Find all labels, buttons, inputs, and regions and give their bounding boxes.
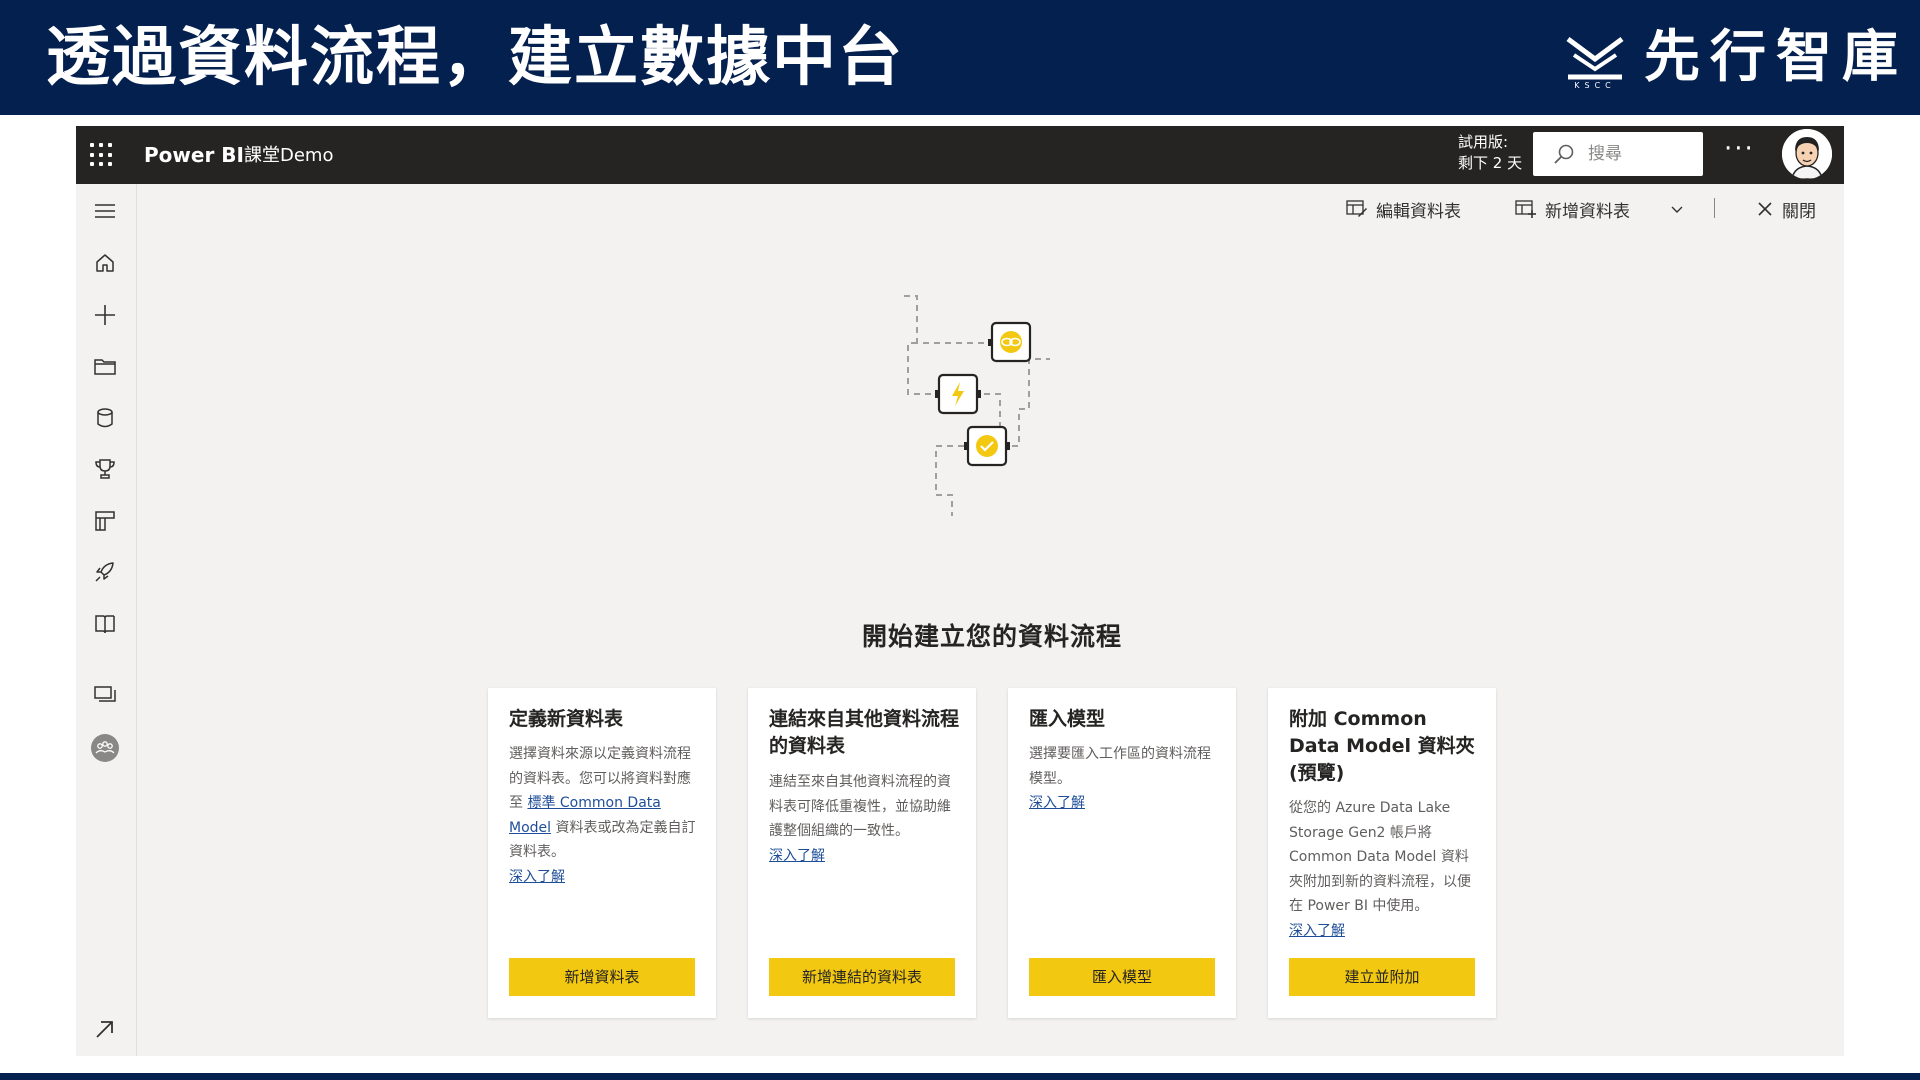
trophy-icon[interactable] [92,456,118,482]
card-import-model: 匯入模型 選擇要匯入工作區的資料流程模型。 深入了解 匯入模型 [1008,688,1236,1018]
card-title: 連結來自其他資料流程的資料表 [769,708,960,757]
avatar-face-icon [1782,129,1832,179]
learn-more-link[interactable]: 深入了解 [1029,791,1221,816]
card-desc-text: 從您的 Azure Data Lake Storage Gen2 帳戶將 Com… [1289,800,1471,914]
add-tables-dropdown[interactable] [1670,196,1684,222]
app-name[interactable]: Power BI [144,141,244,169]
chevron-down-icon [1671,206,1683,213]
brand-logo-text: KSCC [1574,81,1616,89]
card-link-tables: 連結來自其他資料流程的資料表 連結至來自其他資料流程的資料表可降低重複性，並協助… [748,688,976,1018]
rocket-icon[interactable] [92,559,118,585]
learn-more-link[interactable]: 深入了解 [1289,919,1481,944]
close-icon [1758,202,1772,216]
app-launcher-icon[interactable] [90,143,114,167]
card-define-new-tables: 定義新資料表 選擇資料來源以定義資料流程的資料表。您可以將資料對應至 標準 Co… [488,688,716,1018]
close-button[interactable]: 關閉 [1756,196,1816,222]
create-and-attach-button[interactable]: 建立並附加 [1289,958,1475,996]
workspace-name[interactable]: 課堂Demo [244,142,333,170]
user-avatar[interactable] [1782,129,1832,179]
more-options-icon[interactable]: ··· [1724,134,1755,164]
learn-more-link[interactable]: 深入了解 [509,865,701,890]
brand-name: 先行智庫 [1644,25,1908,90]
card-description: 連結至來自其他資料流程的資料表可降低重複性，並協助維護整個組織的一致性。 深入了… [769,770,961,868]
search-placeholder: 搜尋 [1588,144,1622,164]
brand-logo-icon: KSCC [1566,36,1624,89]
card-description: 選擇資料來源以定義資料流程的資料表。您可以將資料對應至 標準 Common Da… [509,742,701,889]
folder-icon[interactable] [92,353,118,379]
card-attach-cdm-folder: 附加 Common Data Model 資料夾 (預覽) 從您的 Azure … [1268,688,1496,1018]
card-desc-text: 連結至來自其他資料流程的資料表可降低重複性，並協助維護整個組織的一致性。 [769,774,951,839]
plus-icon[interactable] [92,302,118,328]
top-bar: Power BI 課堂Demo 試用版: 剩下 2 天 搜尋 ··· [76,126,1844,184]
trial-label: 試用版: [1458,133,1509,151]
check-node-icon [964,425,1010,467]
edit-tables-label: 編輯資料表 [1376,201,1461,222]
apps-icon[interactable] [92,508,118,534]
add-tables-button[interactable]: 新增資料表 [1515,196,1630,222]
home-icon[interactable] [92,250,118,276]
add-new-tables-button[interactable]: 新增資料表 [509,958,695,996]
learn-more-link[interactable]: 深入了解 [769,844,961,869]
expand-arrow-icon[interactable] [92,1016,118,1042]
lightning-node-icon [935,373,981,415]
edit-table-icon [1346,200,1367,217]
command-divider [1714,198,1715,218]
workspace-avatar-icon[interactable] [91,733,119,762]
card-title: 附加 Common Data Model 資料夾 (預覽) [1289,708,1475,784]
hamburger-icon[interactable] [92,198,118,224]
card-desc-text: 選擇要匯入工作區的資料流程模型。 [1029,746,1211,787]
trial-status[interactable]: 試用版: 剩下 2 天 [1458,132,1538,174]
workspaces-icon[interactable] [92,681,118,707]
slide-banner: 透過資料流程，建立數據中台 KSCC 先行智庫 [0,0,1920,115]
dataflow-illustration [904,295,1050,516]
close-label: 關閉 [1782,201,1816,222]
search-box[interactable]: 搜尋 [1533,132,1703,176]
trial-days-left: 剩下 2 天 [1458,154,1523,172]
slide-bottom-strip [0,1073,1920,1080]
search-icon [1554,144,1574,164]
power-bi-window: Power BI 課堂Demo 試用版: 剩下 2 天 搜尋 ··· 編輯資料表… [76,126,1844,1056]
empty-state-heading: 開始建立您的資料流程 [861,622,1122,651]
brand: KSCC 先行智庫 [1564,20,1908,96]
card-title: 匯入模型 [1029,708,1106,730]
slide-title: 透過資料流程，建立數據中台 [46,21,904,95]
add-tables-label: 新增資料表 [1545,201,1630,222]
card-description: 從您的 Azure Data Lake Storage Gen2 帳戶將 Com… [1289,796,1481,943]
card-title: 定義新資料表 [509,708,624,730]
card-description: 選擇要匯入工作區的資料流程模型。 深入了解 [1029,742,1221,816]
datasets-icon[interactable] [92,405,118,431]
edit-tables-button[interactable]: 編輯資料表 [1346,196,1461,222]
import-model-button[interactable]: 匯入模型 [1029,958,1215,996]
add-linked-tables-button[interactable]: 新增連結的資料表 [769,958,955,996]
link-node-icon [988,321,1032,363]
add-table-icon [1515,200,1536,218]
